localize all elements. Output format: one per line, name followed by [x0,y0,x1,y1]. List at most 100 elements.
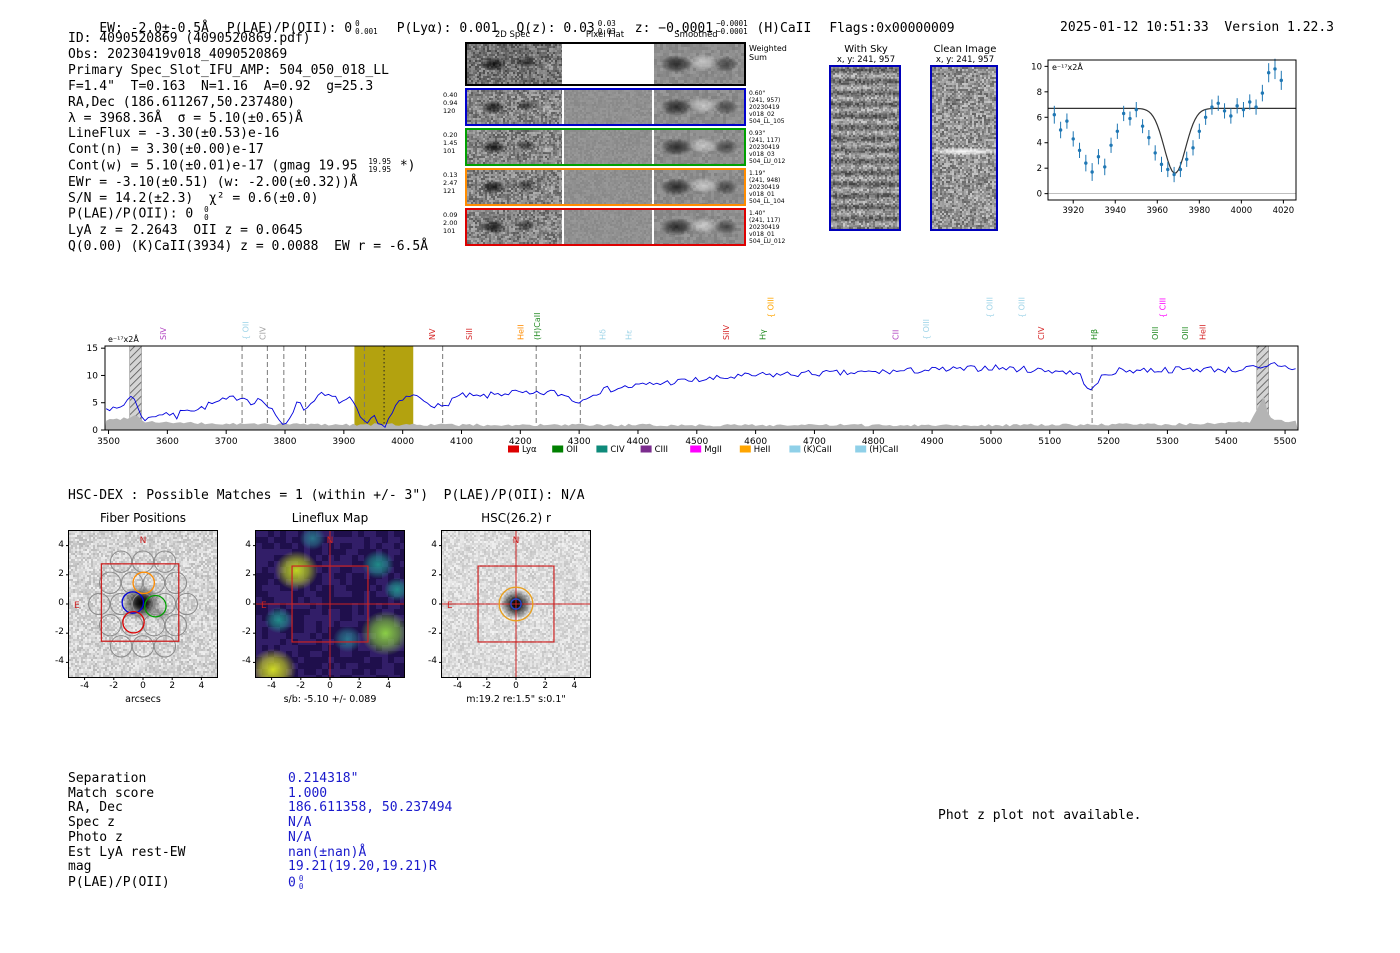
match-table-row: RA, Dec 186.611358, 50.237494 [68,801,452,816]
match-table-value: nan(±nan)Å [288,844,367,860]
spec2d-title-pixelflat: Pixel Flat [585,30,625,40]
match-table-label: Photo z [68,829,123,845]
y-axis-ticks: 0 5 10 15 [87,344,105,436]
spec2d-row: 0.13 2.47 121 1.19" (241, 948) 20230419 v018_0… [443,168,793,206]
svg-text:Hγ: Hγ [759,329,768,340]
panel-xtick-label: 4 [198,681,205,691]
svg-text:5200: 5200 [1097,437,1120,447]
panel-ytick-label: 0 [245,598,251,608]
photz-note: Phot z plot not available. [938,808,1142,823]
clean-image-coords: x, y: 241, 957 [935,55,995,65]
svg-text:2: 2 [1037,164,1042,174]
spec2d-row-weights: 0.13 2.47 121 [443,171,458,195]
svg-text:3500: 3500 [97,437,120,447]
spec2d-image [564,90,652,124]
panel-ytick-label: 2 [245,568,251,579]
x-axis-ticks: 3920 3940 3960 3980 4000 4020 [1062,200,1294,216]
svg-text:HeII: HeII [1199,324,1208,340]
panel-ytick-label: -2 [242,627,251,638]
spec2d-row-weights: 0.40 0.94 120 [443,91,458,115]
clean-image-panel: Clean Image x, y: 241, 957 [925,44,1005,231]
match-table-label: mag [68,859,92,875]
panel-ytick-label: -2 [55,627,64,638]
spec2d-strip [465,42,746,86]
detection-info-block: ID: 4090520869 (4090520869.pdf) Obs: 2023… [68,31,428,255]
compass-east-label: E [447,601,453,611]
match-table-label: Separation [68,771,147,786]
info-line: LyA z = 2.2643 OII z = 0.0645 [68,222,303,238]
svg-text:NV: NV [428,328,437,340]
svg-text:HeII: HeII [754,445,771,455]
match-table-label: P(LAE)/P(OII) [68,875,170,891]
spec2d-rows: Weighted Sum 0.40 0.94 120 0.60" (241, 957) 202… [443,42,793,246]
fiber-positions-panel: NE [66,530,218,680]
svg-text:4: 4 [1037,139,1042,149]
svg-text:3980: 3980 [1189,206,1211,216]
panel-ytick-label: -4 [242,656,251,667]
svg-text:HeII: HeII [516,324,525,340]
hsc-r-xlabel: m:19.2 re:1.5" s:0.1" [466,694,566,705]
spec2d-panel: 2D Spec Pixel Flat Smoothed Weighted Sum 0… [443,30,793,246]
svg-text:CIV: CIV [1037,326,1046,340]
svg-text:3600: 3600 [156,437,179,447]
match-table-value: 0.214318" [288,771,359,786]
panel-ytick-label: -4 [55,656,64,667]
svg-text:4000: 4000 [391,437,414,447]
spec2d-column-titles: 2D Spec Pixel Flat Smoothed [465,30,793,40]
header-datetime-version: 2025-01-12 10:51:33 Version 1.22.3 [1029,5,1334,50]
spec2d-row-annotation: 0.60" (241, 957) 20230419 v018_02 504_LL_105 [749,90,785,125]
data-points [1052,58,1283,183]
info-line: RA,Dec (186.611267,50.237480) [68,94,295,110]
svg-text:5000: 5000 [979,437,1002,447]
svg-text:6: 6 [1037,113,1042,123]
report-datetime: 2025-01-12 10:51:33 [1060,20,1209,35]
info-line: EWr = -3.10(±0.51) (w: -2.00(±0.32))Å [68,174,358,190]
svg-text:(H)CaII: (H)CaII [869,445,898,455]
spec2d-image [467,90,562,124]
svg-text:3920: 3920 [1062,206,1084,216]
catalog-match-table: Separation 0.214318" Match score 1.000 RA, D… [68,771,452,891]
info-line: S/N = 14.2(±2.3) χ² = 0.6(±0.0) [68,190,319,206]
spec2d-image [467,130,562,164]
clean-image [932,67,996,229]
x-axis-ticks: 3500 3600 3700 3800 3900 4000 4100 4200 4300 4400… [97,430,1297,447]
svg-text:5400: 5400 [1215,437,1238,447]
svg-text:OIII: OIII [1181,327,1190,340]
stacked-fraction: 00 [298,873,304,891]
svg-text:{ OIII: { OIII [1018,297,1027,318]
info-line: P(LAE)/P(OII): 0 00 [68,205,209,223]
compass-north-label: N [140,536,147,546]
spec2d-image [654,130,744,164]
info-line: Q(0.00) (K)CaII(3934) z = 0.0088 EW r = … [68,238,429,254]
spec2d-strip [465,88,746,126]
panel-xtick-label: 2 [356,681,363,691]
svg-text:0: 0 [1037,190,1042,200]
spec2d-image [564,130,652,164]
svg-text:3900: 3900 [332,437,355,447]
report-version: Version 1.22.3 [1224,20,1334,35]
svg-text:Lyα: Lyα [522,445,537,455]
svg-text:{ OIII: { OIII [766,297,775,318]
panel-xtick-label: -2 [296,681,306,691]
info-line: λ = 3968.36Å σ = 5.10(±0.65)Å [68,110,303,126]
match-table-value: N/A [288,815,312,831]
spec2d-row: 0.20 1.45 101 0.93" (241, 117) 20230419 v018_0… [443,128,793,166]
header-flags: Flags:0x00000009 [829,20,955,36]
info-line: Cont(n) = 3.30(±0.00)e-17 [68,142,264,158]
panel-ytick-label: 4 [431,539,437,550]
spec2d-title-2dspec: 2D Spec [494,30,531,40]
info-line: Primary Spec_Slot_IFU_AMP: 504_050_018_L… [68,62,389,78]
panel-xtick-label: 4 [571,681,578,691]
svg-text:10: 10 [87,371,99,381]
spec2d-image [467,210,562,244]
svg-text:OII: OII [566,445,578,455]
panel-xtick-label: 4 [385,681,392,691]
svg-text:OIII: OIII [1151,327,1160,340]
with-sky-panel: With Sky x, y: 241, 957 [826,44,906,231]
compass-east-label: E [261,601,267,611]
spec2d-image [654,170,744,204]
spec2d-image [564,210,652,244]
match-table-label: Spec z [68,815,115,831]
spec2d-row-weights: 0.20 1.45 101 [443,131,458,155]
svg-text:5300: 5300 [1156,437,1179,447]
